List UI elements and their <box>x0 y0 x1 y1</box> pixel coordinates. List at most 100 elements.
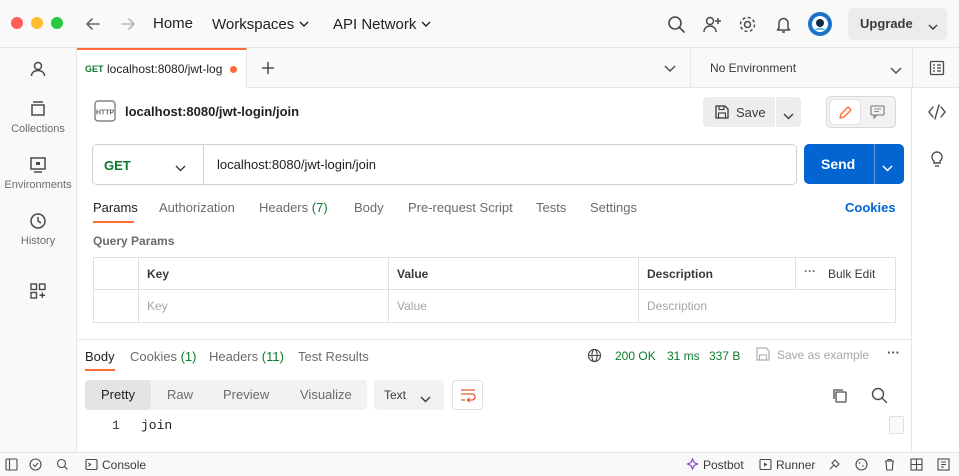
search-icon[interactable] <box>871 387 888 407</box>
tab-pre-request-script[interactable]: Pre-request Script <box>408 200 513 215</box>
new-tab-plus-icon[interactable] <box>260 60 276 76</box>
view-mode-toggle <box>826 96 896 128</box>
column-header-label: Description <box>647 267 714 281</box>
code-snippet-icon[interactable] <box>928 104 946 123</box>
sidebar-item-user[interactable] <box>0 59 76 83</box>
send-button[interactable]: Send <box>804 144 904 184</box>
comments-icon[interactable] <box>870 105 885 122</box>
connected-check-icon[interactable] <box>29 458 42 474</box>
response-tab-body[interactable]: Body <box>85 349 115 364</box>
sidebar-item-collections[interactable]: Collections <box>0 99 76 135</box>
save-button[interactable]: Save <box>703 97 801 127</box>
lightbulb-icon[interactable] <box>929 150 945 171</box>
environment-quick-look[interactable] <box>912 48 959 88</box>
nav-workspaces[interactable]: Workspaces <box>212 15 309 33</box>
response-body-editor[interactable]: 1 join <box>85 414 905 438</box>
response-status[interactable]: 200 OK <box>615 349 656 363</box>
console-icon[interactable] <box>85 458 98 474</box>
globe-icon[interactable] <box>587 348 602 366</box>
active-tab-indicator <box>85 369 115 371</box>
format-preview[interactable]: Preview <box>207 380 283 410</box>
url-input[interactable]: localhost:8080/jwt-login/join <box>217 157 376 172</box>
response-tab-test-results[interactable]: Test Results <box>298 349 369 364</box>
wrap-lines-button[interactable] <box>452 380 483 410</box>
response-tab-headers[interactable]: Headers (11) <box>209 349 284 364</box>
console-button[interactable]: Console <box>102 458 146 472</box>
tab-body[interactable]: Body <box>354 200 384 215</box>
save-disk-icon <box>715 105 729 122</box>
settings-gear-icon[interactable] <box>738 15 757 34</box>
cookies-link[interactable]: Cookies <box>845 200 896 215</box>
postbot-button[interactable]: Postbot <box>703 458 744 472</box>
runner-button[interactable]: Runner <box>776 458 815 472</box>
response-time[interactable]: 31 ms <box>667 349 700 363</box>
bulk-edit-button[interactable]: Bulk Edit <box>828 267 875 281</box>
back-arrow-icon[interactable] <box>84 15 102 33</box>
edit-mode-button[interactable] <box>829 99 861 125</box>
response-size[interactable]: 337 B <box>709 349 740 363</box>
find-replace-icon[interactable] <box>56 458 69 474</box>
copy-icon[interactable] <box>832 388 848 407</box>
postbot-icon[interactable] <box>686 457 699 474</box>
tab-params[interactable]: Params <box>93 200 138 215</box>
tab-tests[interactable]: Tests <box>536 200 566 215</box>
upgrade-button[interactable]: Upgrade <box>848 8 947 40</box>
nav-api-network[interactable]: API Network <box>333 15 431 33</box>
tab-authorization[interactable]: Authorization <box>159 200 235 215</box>
column-header-key: Key <box>138 258 388 290</box>
maximize-window-button[interactable] <box>51 17 63 29</box>
column-header-description: Description <box>638 258 795 290</box>
invite-user-icon[interactable] <box>703 15 722 34</box>
table-row: Key Value Description <box>94 290 895 322</box>
format-pretty[interactable]: Pretty <box>85 380 151 410</box>
svg-text:HTTP: HTTP <box>96 110 115 117</box>
nav-api-network-label: API Network <box>333 16 417 33</box>
tab-request[interactable]: GET localhost:8080/jwt-log <box>77 48 247 88</box>
help-icon[interactable] <box>937 458 950 474</box>
notifications-bell-icon[interactable] <box>774 15 793 34</box>
forward-arrow-icon[interactable] <box>119 15 137 33</box>
save-options-chevron-icon[interactable] <box>783 108 794 123</box>
format-raw[interactable]: Raw <box>151 380 207 410</box>
cookies-icon[interactable] <box>855 458 868 474</box>
value-input[interactable]: Value <box>388 290 638 322</box>
tab-settings[interactable]: Settings <box>590 200 637 215</box>
two-pane-view-icon[interactable] <box>910 458 923 474</box>
search-icon[interactable] <box>667 15 686 34</box>
right-sidebar <box>911 88 959 452</box>
sidebar-item-environments[interactable]: Environments <box>0 155 76 191</box>
wrap-lines-icon <box>460 388 476 406</box>
key-input[interactable]: Key <box>138 290 388 322</box>
response-type-select[interactable]: Text <box>374 380 444 410</box>
sidebar-item-history[interactable]: History <box>0 211 76 247</box>
save-as-example-button[interactable]: Save as example <box>777 348 869 362</box>
sidebar-item-apps[interactable] <box>0 281 76 305</box>
tab-headers[interactable]: Headers (7) <box>259 200 328 215</box>
minimize-window-button[interactable] <box>31 17 43 29</box>
capture-requests-icon[interactable] <box>828 458 841 474</box>
editor-scrollbar[interactable] <box>889 416 904 434</box>
query-params-heading: Query Params <box>93 234 175 248</box>
trash-icon[interactable] <box>883 458 896 474</box>
format-label: Preview <box>223 387 270 402</box>
tabs-overflow-chevron-icon[interactable] <box>664 63 676 73</box>
close-window-button[interactable] <box>11 17 23 29</box>
value-placeholder: Value <box>397 299 427 313</box>
method-select[interactable]: GET <box>93 145 203 184</box>
chevron-down-icon[interactable] <box>928 19 938 34</box>
more-options-icon[interactable]: ··· <box>887 345 900 360</box>
divider <box>874 144 875 184</box>
description-input[interactable]: Description <box>638 290 895 322</box>
runner-icon[interactable] <box>759 458 772 474</box>
toggle-sidebar-icon[interactable] <box>5 458 18 474</box>
request-title[interactable]: localhost:8080/jwt-login/join <box>125 104 299 119</box>
more-options-icon[interactable]: ··· <box>804 264 816 278</box>
chevron-down-icon <box>420 391 431 406</box>
send-options-chevron-icon[interactable] <box>882 160 893 175</box>
response-tab-cookies[interactable]: Cookies (1) <box>130 349 196 364</box>
nav-home[interactable]: Home <box>153 15 193 32</box>
format-visualize[interactable]: Visualize <box>283 380 367 410</box>
environment-selector[interactable]: No Environment <box>691 48 912 87</box>
avatar[interactable] <box>807 11 833 37</box>
column-header-label: Key <box>147 267 170 281</box>
